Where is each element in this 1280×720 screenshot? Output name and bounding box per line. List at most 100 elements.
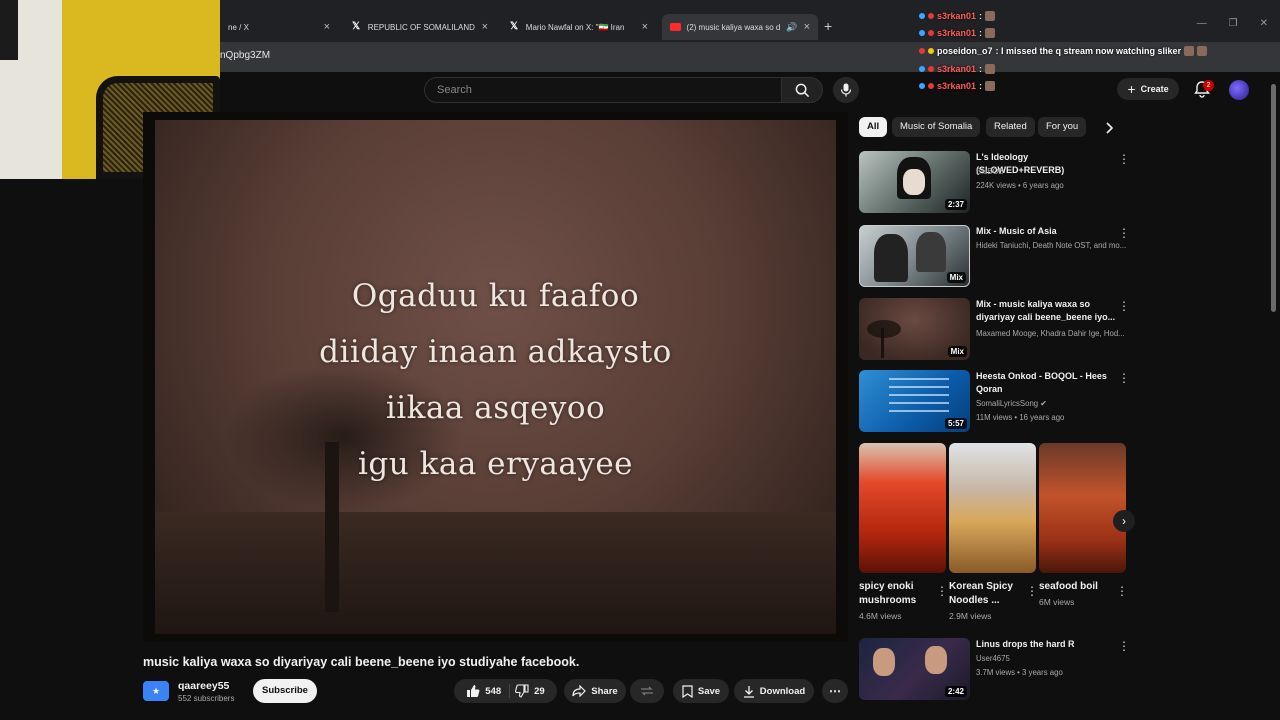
short-views: 2.9M views bbox=[949, 611, 992, 621]
page-scrollbar[interactable] bbox=[1270, 72, 1278, 712]
video-thumbnail[interactable]: 2:42 bbox=[859, 638, 970, 700]
recommended-video[interactable]: Mix Mix - music kaliya waxa so diyariyay… bbox=[859, 298, 1130, 360]
save-button[interactable]: Save bbox=[673, 679, 729, 703]
download-button[interactable]: Download bbox=[734, 679, 814, 703]
video-thumbnail[interactable]: Mix bbox=[859, 225, 970, 287]
recommended-channel[interactable]: User4675 bbox=[976, 654, 1128, 663]
recommended-title[interactable]: Mix - Music of Asia bbox=[976, 225, 1116, 238]
recommended-video[interactable]: 2:37 L's Ideology (SLOWED+REVERB) BluBOB… bbox=[859, 151, 1130, 213]
chat-message: s3rkan01 : bbox=[919, 81, 996, 91]
recommended-title[interactable]: Linus drops the hard R bbox=[976, 638, 1116, 651]
video-thumbnail[interactable]: Mix bbox=[859, 298, 970, 360]
search-input[interactable]: Search bbox=[424, 77, 782, 103]
recommended-title[interactable]: Heesta Onkod - BOQOL - Hees Qoran bbox=[976, 370, 1116, 396]
video-player[interactable]: Ogaduu ku faafoo diiday inaan adkaysto i… bbox=[143, 112, 848, 642]
more-vertical-icon[interactable]: ⋮ bbox=[1118, 227, 1130, 241]
short-title[interactable]: spicy enoki mushrooms bbox=[859, 580, 934, 608]
youtube-logo-icon bbox=[670, 23, 681, 31]
recommended-meta: 11M views • 16 years ago bbox=[976, 413, 1065, 422]
thumbs-down-icon bbox=[515, 684, 529, 698]
short-thumbnail[interactable] bbox=[949, 443, 1036, 573]
recommended-meta: 224K views • 6 years ago bbox=[976, 181, 1064, 190]
account-avatar[interactable] bbox=[1229, 80, 1249, 100]
short-item[interactable]: seafood boil 6M views ⋮ bbox=[1039, 443, 1128, 607]
recommended-video[interactable]: 5:57 Heesta Onkod - BOQOL - Hees Qoran S… bbox=[859, 370, 1130, 432]
lyric-line: iikaa asqeyoo bbox=[385, 390, 606, 426]
recommended-channel[interactable]: Hideki Taniuchi, Death Note OST, and mo.… bbox=[976, 241, 1128, 250]
more-vertical-icon[interactable]: ⋮ bbox=[1026, 584, 1038, 598]
tab-mario-nawfal[interactable]: 𝕏 Mario Nawfal on X: "🇮🇷 Iran × bbox=[502, 14, 656, 40]
verified-icon: ✔ bbox=[1040, 399, 1047, 408]
tab-somaliland[interactable]: 𝕏 REPUBLIC OF SOMALILAND on × bbox=[344, 14, 496, 40]
recommended-title[interactable]: Mix - music kaliya waxa so diyariyay cal… bbox=[976, 298, 1116, 324]
subscribe-button[interactable]: Subscribe bbox=[253, 679, 317, 703]
chip-music-of-somalia[interactable]: Music of Somalia bbox=[892, 117, 981, 137]
recommended-video[interactable]: 2:42 Linus drops the hard R User4675 3.7… bbox=[859, 638, 1130, 700]
recommended-video[interactable]: Mix Mix - Music of Asia Hideki Taniuchi,… bbox=[859, 225, 1130, 287]
speaker-icon[interactable]: 🔊 bbox=[786, 22, 797, 33]
video-thumbnail[interactable]: 5:57 bbox=[859, 370, 970, 432]
notification-count-badge: 2 bbox=[1203, 80, 1214, 91]
chip-related[interactable]: Related bbox=[986, 117, 1035, 137]
more-vertical-icon[interactable]: ⋮ bbox=[1118, 300, 1130, 314]
close-icon[interactable]: × bbox=[324, 21, 330, 33]
short-title[interactable]: seafood boil bbox=[1039, 580, 1114, 594]
short-thumbnail[interactable] bbox=[1039, 443, 1126, 573]
chevron-right-icon[interactable]: › bbox=[1113, 510, 1135, 532]
more-vertical-icon[interactable]: ⋮ bbox=[1118, 640, 1130, 654]
chat-text: : bbox=[979, 11, 983, 21]
tab-label: (2) music kaliya waxa so diy bbox=[686, 22, 781, 32]
like-button[interactable]: 548 bbox=[466, 684, 511, 698]
video-title: music kaliya waxa so diyariyay cali been… bbox=[143, 655, 580, 669]
search-button[interactable] bbox=[781, 77, 823, 103]
minimize-icon[interactable]: — bbox=[1197, 18, 1207, 29]
close-icon[interactable]: × bbox=[804, 21, 810, 33]
short-item[interactable]: spicy enoki mushrooms 4.6M views ⋮ bbox=[859, 443, 948, 621]
chat-emote-icon bbox=[1197, 46, 1208, 56]
url-text[interactable]: nQpbg3ZM bbox=[220, 50, 270, 61]
more-vertical-icon[interactable]: ⋮ bbox=[1118, 372, 1130, 386]
more-vertical-icon[interactable]: ⋮ bbox=[1118, 153, 1130, 167]
create-label: Create bbox=[1140, 84, 1169, 94]
chevron-right-icon[interactable] bbox=[1101, 120, 1117, 136]
chat-message: s3rkan01 : bbox=[919, 11, 996, 21]
video-thumbnail[interactable]: 2:37 bbox=[859, 151, 970, 213]
share-button[interactable]: Share bbox=[564, 679, 626, 703]
recommended-channel[interactable]: SomaliLyricsSong ✔ bbox=[976, 399, 1128, 408]
chat-message: s3rkan01 : bbox=[919, 64, 996, 74]
more-actions-button[interactable]: ⋯ bbox=[822, 679, 848, 703]
download-label: Download bbox=[759, 685, 806, 697]
new-tab-button[interactable]: + bbox=[824, 18, 832, 34]
close-icon[interactable]: × bbox=[482, 21, 488, 33]
dislike-button[interactable]: 29 bbox=[515, 684, 545, 698]
bookmark-icon bbox=[682, 684, 693, 698]
chat-emote-icon bbox=[985, 81, 996, 91]
maximize-icon[interactable]: ❐ bbox=[1229, 18, 1238, 29]
voice-search-button[interactable] bbox=[833, 77, 859, 103]
close-window-icon[interactable]: ✕ bbox=[1260, 18, 1268, 29]
recommended-channel[interactable]: BluBOB bbox=[976, 167, 1128, 176]
share-label: Share bbox=[591, 685, 618, 697]
chip-for-you[interactable]: For you bbox=[1038, 117, 1087, 137]
channel-name[interactable]: qaareey55 bbox=[178, 680, 229, 692]
short-views: 4.6M views bbox=[859, 611, 902, 621]
create-button[interactable]: + Create bbox=[1117, 78, 1179, 100]
like-count: 548 bbox=[485, 685, 502, 697]
mix-badge: Mix bbox=[947, 346, 967, 357]
short-item[interactable]: Korean Spicy Noodles ... 2.9M views ⋮ bbox=[949, 443, 1038, 621]
chip-all[interactable]: All bbox=[859, 117, 888, 137]
tab-x-home[interactable]: ne / X × bbox=[220, 14, 338, 40]
more-vertical-icon[interactable]: ⋮ bbox=[1116, 584, 1128, 598]
close-icon[interactable]: × bbox=[642, 21, 648, 33]
recommended-meta: 3.7M views • 3 years ago bbox=[976, 668, 1063, 677]
channel-avatar[interactable]: ★ bbox=[143, 681, 169, 701]
remix-button[interactable] bbox=[630, 679, 664, 703]
tab-youtube-active[interactable]: (2) music kaliya waxa so diy 🔊 × bbox=[662, 14, 818, 40]
short-thumbnail[interactable] bbox=[859, 443, 946, 573]
short-title[interactable]: Korean Spicy Noodles ... bbox=[949, 580, 1024, 608]
dislike-count: 29 bbox=[534, 685, 545, 697]
recommended-channel[interactable]: Maxamed Mooge, Khadra Dahir Ige, Hod... bbox=[976, 329, 1128, 338]
chat-user: poseidon_o7 bbox=[937, 46, 993, 56]
more-vertical-icon[interactable]: ⋮ bbox=[936, 584, 948, 598]
lyric-line: diiday inaan adkaysto bbox=[319, 334, 672, 370]
